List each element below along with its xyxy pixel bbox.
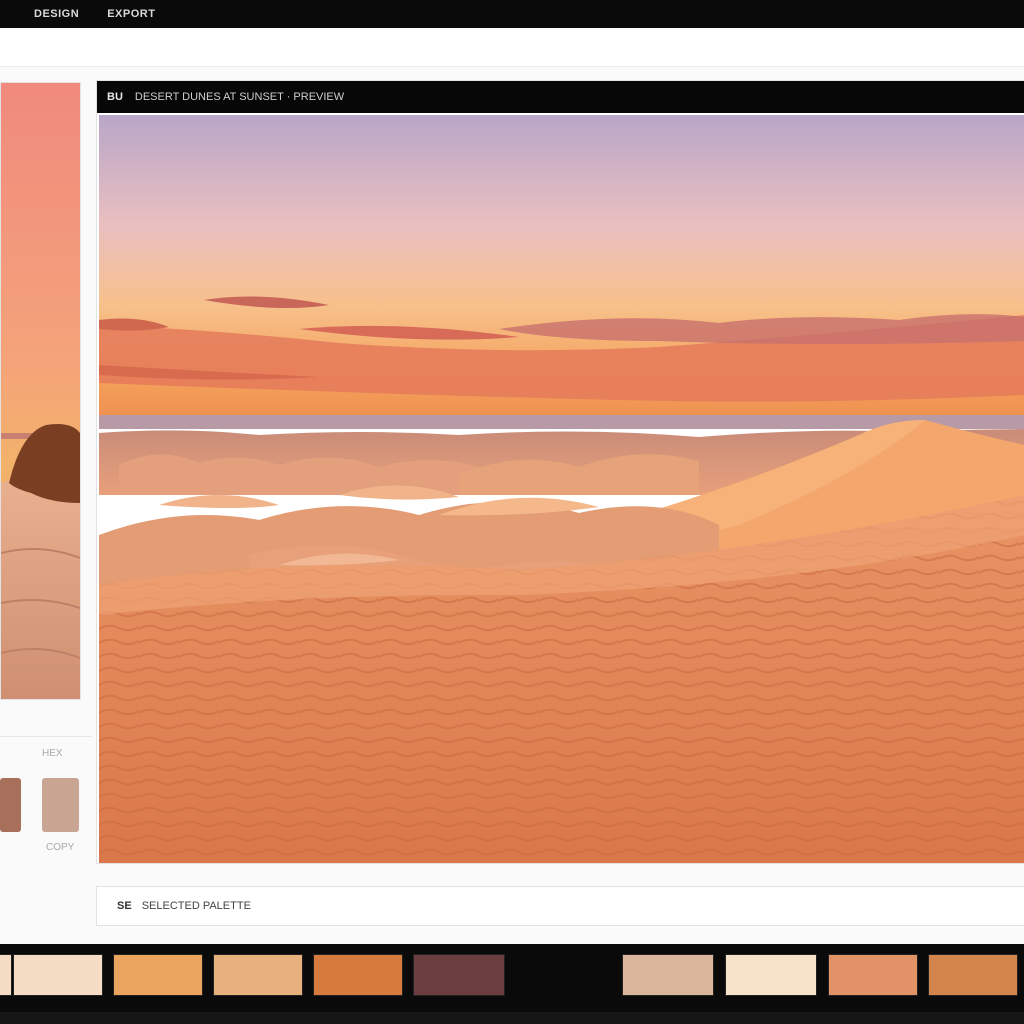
menu-bar: DESIGN EXPORT [0,0,1024,28]
palette-icon: SE [117,900,132,912]
preview-title: DESERT DUNES AT SUNSET · PREVIEW [134,91,345,103]
preview-header: BU DESERT DUNES AT SUNSET · PREVIEW [97,81,1024,113]
color-palette-strip [0,944,1024,1012]
palette-swatch[interactable] [928,954,1018,996]
palette-swatch[interactable] [622,954,714,996]
palette-swatch[interactable] [313,954,403,996]
source-image-thumbnail[interactable] [0,82,81,700]
divider [0,736,92,737]
workspace: HEX COPY BU DESERT DUNES AT SUNSET · PRE… [0,28,1024,944]
palette-swatch[interactable] [828,954,918,996]
hex-label: HEX [42,748,63,759]
color-swatch[interactable] [0,778,21,832]
palette-swatch[interactable] [13,954,103,996]
toolbar [0,28,1024,67]
menu-item-export[interactable]: EXPORT [93,0,169,28]
desert-scene [99,115,1024,863]
color-swatch[interactable] [42,778,79,832]
desert-photo[interactable] [99,115,1024,863]
thumbnail-image [1,83,80,699]
status-bar: SE SELECTED PALETTE [96,886,1024,926]
image-icon: BU [107,91,123,103]
palette-swatch[interactable] [413,954,505,996]
palette-swatch[interactable] [0,954,12,996]
palette-swatch[interactable] [213,954,303,996]
image-preview-panel: BU DESERT DUNES AT SUNSET · PREVIEW [96,80,1024,864]
palette-swatch[interactable] [113,954,203,996]
menu-item-design[interactable]: DESIGN [0,0,93,28]
window-bottom-edge [0,1012,1024,1024]
palette-swatch[interactable] [725,954,817,996]
copy-label[interactable]: COPY [46,842,74,853]
status-text: SELECTED PALETTE [141,900,251,912]
